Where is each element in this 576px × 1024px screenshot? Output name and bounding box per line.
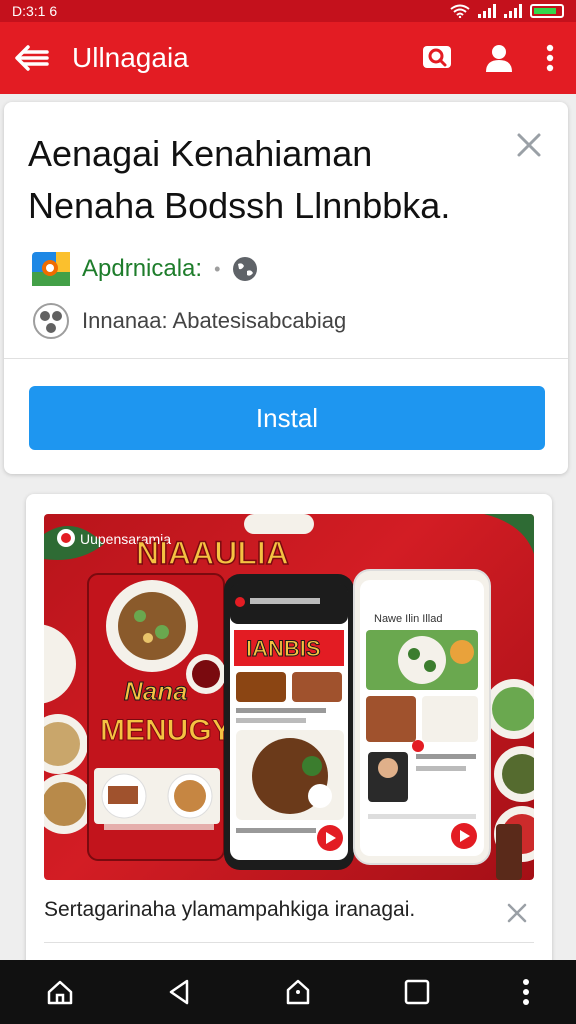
nav-bar	[0, 960, 576, 1024]
battery-icon	[530, 4, 564, 18]
rating-text: Innanaa: Abatesisabcabiag	[82, 308, 347, 333]
promo-caption: Sertagarinaha ylamampahkiga iranagai.	[44, 898, 416, 921]
status-bar: D:3:1 6	[0, 0, 576, 22]
promo-brand-big: MENUGY	[100, 714, 232, 747]
phone3-title: Nawe Ilin Illad	[374, 613, 442, 625]
more-vert-icon[interactable]	[546, 44, 554, 72]
house-icon[interactable]	[284, 978, 312, 1006]
headline-line-2: Nenaha Bodssh Llnnbbka.	[28, 185, 451, 226]
caption-close-icon[interactable]	[506, 902, 528, 924]
wifi-icon	[450, 4, 470, 18]
rating-badge-icon	[33, 303, 69, 339]
app-info-card: Aenagai Kenahiaman Nenaha Bodssh Llnnbbk…	[4, 102, 568, 474]
app-logo-icon	[32, 252, 70, 286]
home-icon[interactable]	[46, 978, 74, 1006]
caption-divider	[44, 942, 534, 943]
recent-apps-icon[interactable]	[404, 979, 430, 1005]
globe-icon	[233, 257, 258, 281]
promo-image[interactable]: Uupensaramia NIAAULIA Nana MENUGY IANBIS	[44, 514, 534, 880]
app-headline: Aenagai Kenahiaman Nenaha Bodssh Llnnbbk…	[28, 128, 498, 232]
install-button[interactable]: Instal	[29, 386, 545, 450]
close-icon[interactable]	[516, 132, 542, 158]
app-bar-title: Ullnagaia	[72, 42, 189, 73]
signal-icon	[478, 4, 496, 18]
more-icon[interactable]	[522, 978, 530, 1006]
back-icon[interactable]	[166, 978, 192, 1006]
developer-name[interactable]: Apdrnicala:	[82, 255, 202, 283]
signal-icon-2	[504, 4, 522, 18]
phone2-banner: IANBIS	[246, 636, 321, 661]
rating-row: Innanaa: Abatesisabcabiag	[32, 302, 346, 340]
status-icons	[450, 4, 564, 18]
card-divider	[4, 358, 568, 359]
status-time: D:3:1 6	[12, 3, 58, 19]
developer-row: Apdrnicala: •	[32, 252, 258, 286]
headline-line-1: Aenagai Kenahiaman	[28, 133, 373, 174]
promo-card: Uupensaramia NIAAULIA Nana MENUGY IANBIS	[26, 494, 552, 974]
app-bar: Ullnagaia	[0, 22, 576, 94]
account-icon[interactable]	[484, 43, 514, 73]
app-bar-actions	[422, 43, 554, 73]
promo-brand-small: Nana	[124, 676, 188, 706]
promo-brand: NIAAULIA	[136, 535, 289, 571]
search-icon[interactable]	[422, 43, 452, 73]
back-arrow-icon[interactable]	[14, 44, 50, 72]
dot-separator-icon: •	[214, 258, 221, 279]
